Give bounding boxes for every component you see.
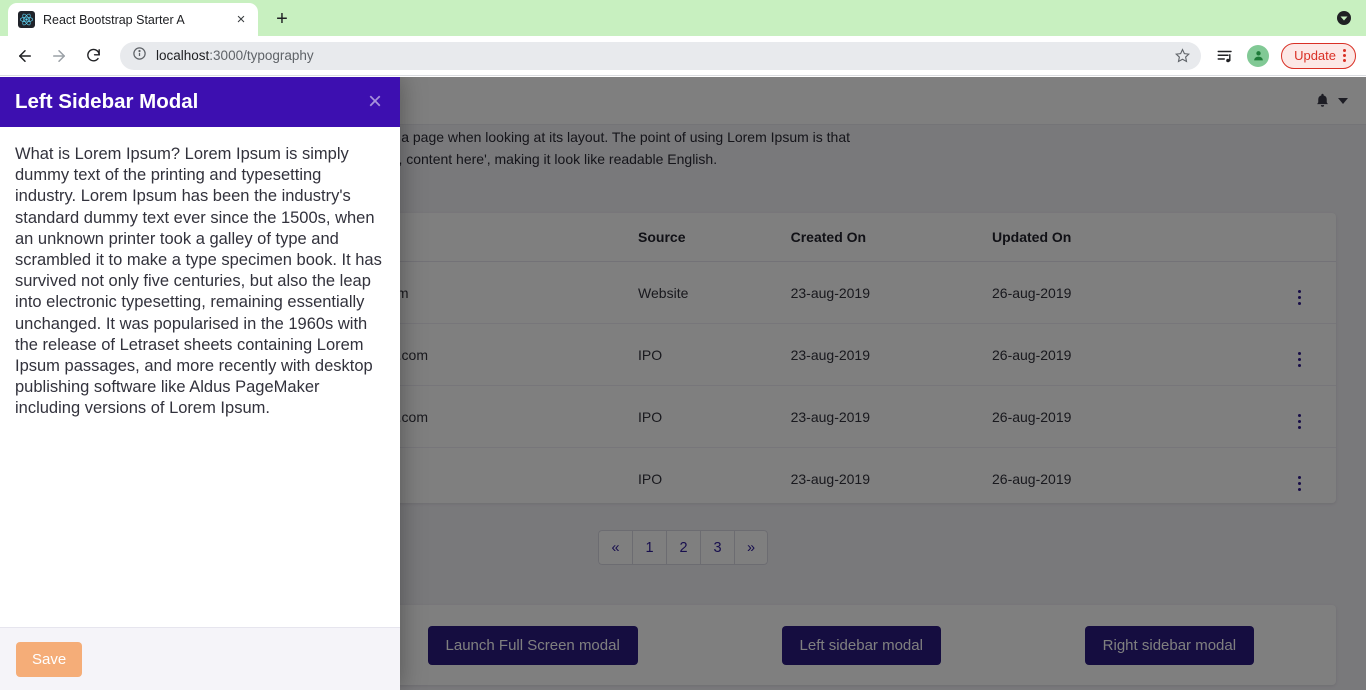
info-icon[interactable]: [132, 46, 147, 66]
back-icon[interactable]: [10, 41, 40, 71]
tab-title: React Bootstrap Starter A: [43, 12, 185, 27]
left-sidebar-modal: Left Sidebar Modal × What is Lorem Ipsum…: [0, 77, 400, 690]
close-icon[interactable]: ×: [366, 90, 384, 114]
browser-window: React Bootstrap Starter A × + localhost:…: [0, 0, 1366, 690]
modal-header: Left Sidebar Modal ×: [0, 77, 400, 127]
reading-list-icon[interactable]: [1211, 42, 1239, 70]
profile-avatar-icon[interactable]: [1247, 44, 1270, 67]
address-bar[interactable]: localhost:3000/typography: [120, 41, 1202, 70]
tab-strip: React Bootstrap Starter A × +: [0, 0, 1366, 36]
modal-body-text: What is Lorem Ipsum? Lorem Ipsum is simp…: [15, 145, 382, 418]
update-button[interactable]: Update: [1281, 42, 1356, 69]
page-viewport: ct that a reader will be distracted by t…: [0, 77, 1366, 690]
new-tab-button[interactable]: +: [268, 5, 296, 33]
url-text: localhost:3000/typography: [156, 48, 314, 63]
browser-tab[interactable]: React Bootstrap Starter A ×: [8, 3, 258, 36]
react-icon: [18, 11, 35, 28]
update-label: Update: [1294, 48, 1336, 63]
modal-title: Left Sidebar Modal: [15, 90, 199, 113]
save-button[interactable]: Save: [16, 641, 83, 677]
tab-close-icon[interactable]: ×: [232, 11, 250, 29]
url-path: :3000/typography: [209, 48, 314, 63]
three-dot-menu-icon[interactable]: [1343, 49, 1346, 62]
forward-icon[interactable]: [44, 41, 74, 71]
reload-icon[interactable]: [78, 41, 108, 71]
tab-search-icon[interactable]: [1334, 8, 1354, 28]
star-icon[interactable]: [1171, 45, 1193, 67]
modal-footer: Save: [0, 627, 400, 690]
browser-toolbar: localhost:3000/typography Update: [0, 36, 1366, 76]
url-host: localhost: [156, 48, 210, 63]
